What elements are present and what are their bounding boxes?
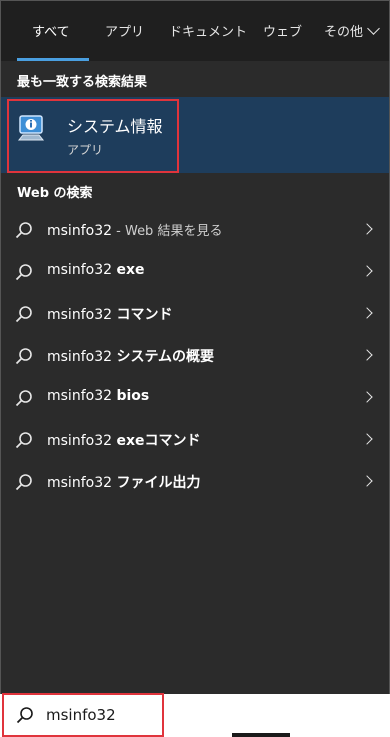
web-result-label: msinfo32 コマンド xyxy=(47,307,173,323)
chevron-right-icon[interactable] xyxy=(361,223,373,235)
web-result-item[interactable]: msinfo32 bios xyxy=(1,378,389,418)
web-result-label: msinfo32 exeコマンド xyxy=(47,433,201,449)
tab-bar: すべて アプリ ドキュメント ウェブ その他 xyxy=(1,1,389,61)
chevron-right-icon[interactable] xyxy=(361,433,373,445)
active-tab-indicator xyxy=(17,58,89,61)
web-result-item[interactable]: msinfo32 コマンド xyxy=(1,294,389,334)
web-result-label: msinfo32 exe xyxy=(47,262,145,278)
chevron-right-icon[interactable] xyxy=(361,391,373,403)
search-icon xyxy=(15,264,32,281)
web-search-heading: Web の検索 xyxy=(17,186,93,201)
search-panel: すべて アプリ ドキュメント ウェブ その他 最も一致する検索結果 システム情報… xyxy=(0,0,390,737)
web-result-item[interactable]: msinfo32 ファイル出力 xyxy=(1,462,389,502)
web-result-label: msinfo32 ファイル出力 xyxy=(47,475,201,491)
search-icon xyxy=(15,432,32,449)
best-match-heading: 最も一致する検索結果 xyxy=(17,75,148,90)
chevron-right-icon[interactable] xyxy=(361,349,373,361)
taskbar-indicator xyxy=(232,733,290,737)
annotation-highlight-box xyxy=(7,99,179,173)
web-result-item[interactable]: msinfo32 - Web 結果を見る xyxy=(1,210,389,250)
search-icon xyxy=(15,348,32,365)
chevron-down-icon[interactable] xyxy=(367,22,380,35)
search-icon xyxy=(15,222,32,239)
chevron-right-icon[interactable] xyxy=(361,265,373,277)
web-result-label: msinfo32 bios xyxy=(47,388,150,404)
tab-apps[interactable]: アプリ xyxy=(105,21,144,40)
search-icon xyxy=(15,390,32,407)
tab-more[interactable]: その他 xyxy=(324,21,363,40)
tab-web[interactable]: ウェブ xyxy=(263,21,302,40)
web-result-item[interactable]: msinfo32 システムの概要 xyxy=(1,336,389,376)
web-result-label: msinfo32 システムの概要 xyxy=(47,349,215,365)
chevron-right-icon[interactable] xyxy=(361,307,373,319)
web-result-label: msinfo32 - Web 結果を見る xyxy=(47,223,223,239)
search-icon xyxy=(15,306,32,323)
chevron-right-icon[interactable] xyxy=(361,475,373,487)
web-result-item[interactable]: msinfo32 exe xyxy=(1,252,389,292)
tab-all[interactable]: すべて xyxy=(32,21,70,40)
web-result-item[interactable]: msinfo32 exeコマンド xyxy=(1,420,389,460)
tab-documents[interactable]: ドキュメント xyxy=(169,21,247,40)
annotation-search-box xyxy=(2,693,164,737)
search-icon xyxy=(15,474,32,491)
